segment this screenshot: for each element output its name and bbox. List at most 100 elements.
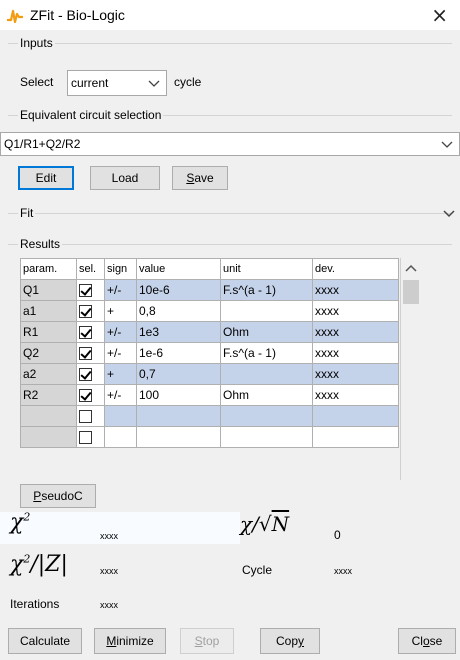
sel-cell[interactable] (76, 279, 105, 301)
sign-cell[interactable]: +/- (104, 384, 137, 406)
table-row[interactable] (20, 405, 399, 427)
column-header-unit[interactable]: unit (220, 258, 313, 280)
sel-cell[interactable] (76, 426, 105, 448)
edit-button[interactable]: Edit (18, 166, 74, 190)
close-window-button[interactable]: × (431, 3, 448, 27)
table-row[interactable]: Q1 +/- 10e-6 F.s^(a - 1) xxxx (20, 279, 399, 301)
inputs-group-label: Inputs (18, 36, 55, 50)
table-row[interactable]: R2 +/- 100 Ohm xxxx (20, 384, 399, 406)
param-cell[interactable]: Q2 (20, 342, 77, 364)
stop-button[interactable]: Stop (180, 628, 234, 654)
window-title: ZFit - Bio-Logic (30, 7, 125, 23)
results-table: param. sel. sign value unit dev. Q1 +/- 10… (20, 258, 399, 448)
fit-group-border (8, 213, 452, 214)
param-cell[interactable]: a1 (20, 300, 77, 322)
sel-cell[interactable] (76, 384, 105, 406)
unit-cell[interactable] (220, 405, 313, 427)
value-cell[interactable]: 0,7 (136, 363, 221, 385)
sel-cell[interactable] (76, 321, 105, 343)
column-header-param[interactable]: param. (20, 258, 77, 280)
sel-cell[interactable] (76, 363, 105, 385)
table-row[interactable]: a2 +0,7 xxxx (20, 363, 399, 385)
value-cell[interactable]: 1e-6 (136, 342, 221, 364)
pseudoc-button[interactable]: PseudoC (20, 484, 96, 508)
sign-cell[interactable]: + (104, 363, 137, 385)
dev-cell[interactable]: xxxx (312, 300, 399, 322)
sel-cell[interactable] (76, 405, 105, 427)
stop-label-rest: top (202, 634, 220, 648)
select-checkbox[interactable] (79, 431, 92, 445)
value-cell[interactable]: 0,8 (136, 300, 221, 322)
param-cell[interactable]: Q1 (20, 279, 77, 301)
chevron-down-icon (148, 80, 160, 87)
table-row[interactable]: Q2 +/- 1e-6 F.s^(a - 1) xxxx (20, 342, 399, 364)
circuit-select[interactable]: Q1/R1+Q2/R2 (0, 132, 460, 156)
unit-cell[interactable] (220, 426, 313, 448)
calculate-button[interactable]: Calculate (8, 628, 82, 654)
chi2-over-z-value: xxxx (100, 566, 118, 576)
unit-cell[interactable] (220, 300, 313, 322)
sel-cell[interactable] (76, 342, 105, 364)
unit-cell[interactable]: F.s^(a - 1) (220, 342, 313, 364)
param-cell[interactable] (20, 405, 77, 427)
table-row[interactable] (20, 426, 399, 448)
table-row[interactable]: R1 +/- 1e3 Ohm xxxx (20, 321, 399, 343)
param-cell[interactable]: R2 (20, 384, 77, 406)
select-checkbox[interactable] (79, 389, 92, 403)
cycle-select[interactable]: current (67, 70, 167, 96)
column-header-sel[interactable]: sel. (76, 258, 105, 280)
select-checkbox[interactable] (79, 326, 92, 340)
save-button[interactable]: Save (172, 166, 228, 190)
value-cell[interactable]: 10e-6 (136, 279, 221, 301)
dev-cell[interactable]: xxxx (312, 279, 399, 301)
unit-cell[interactable]: Ohm (220, 321, 313, 343)
copy-button[interactable]: Copy (260, 628, 320, 654)
dev-cell[interactable] (312, 426, 399, 448)
unit-cell[interactable]: F.s^(a - 1) (220, 279, 313, 301)
unit-cell[interactable]: Ohm (220, 384, 313, 406)
column-header-dev[interactable]: dev. (312, 258, 399, 280)
iterations-value: xxxx (100, 600, 118, 610)
inputs-group-border (8, 43, 452, 44)
scrollbar-thumb[interactable] (403, 280, 419, 304)
table-header-row: param. sel. sign value unit dev. (20, 258, 399, 280)
dev-cell[interactable] (312, 405, 399, 427)
chi2-highlight (0, 512, 240, 544)
sign-cell[interactable] (104, 405, 137, 427)
value-cell[interactable] (136, 405, 221, 427)
select-checkbox[interactable] (79, 410, 92, 424)
sel-cell[interactable] (76, 300, 105, 322)
chi-sqrtn-symbol: χ/√N (240, 512, 290, 536)
close-button[interactable]: Close (398, 628, 456, 654)
param-cell[interactable] (20, 426, 77, 448)
sign-cell[interactable]: + (104, 300, 137, 322)
fit-expand-chevron-icon[interactable] (443, 210, 455, 218)
sign-cell[interactable]: +/- (104, 342, 137, 364)
value-cell[interactable] (136, 426, 221, 448)
dev-cell[interactable]: xxxx (312, 321, 399, 343)
value-cell[interactable]: 1e3 (136, 321, 221, 343)
select-checkbox[interactable] (79, 347, 92, 361)
param-cell[interactable]: R1 (20, 321, 77, 343)
select-checkbox[interactable] (79, 305, 92, 319)
column-header-value[interactable]: value (136, 258, 221, 280)
value-cell[interactable]: 100 (136, 384, 221, 406)
unit-cell[interactable] (220, 363, 313, 385)
scroll-up-arrow-icon[interactable] (405, 264, 417, 272)
param-cell[interactable]: a2 (20, 363, 77, 385)
sign-cell[interactable]: +/- (104, 321, 137, 343)
sign-cell[interactable] (104, 426, 137, 448)
load-button[interactable]: Load (90, 166, 160, 190)
select-checkbox[interactable] (79, 368, 92, 382)
chi2-over-z-symbol: χ2/|Z| (10, 552, 68, 577)
minimize-button[interactable]: Minimize (94, 628, 166, 654)
dev-cell[interactable]: xxxx (312, 384, 399, 406)
select-checkbox[interactable] (79, 284, 92, 298)
table-scrollbar[interactable] (400, 258, 420, 480)
sign-cell[interactable]: +/- (104, 279, 137, 301)
dev-cell[interactable]: xxxx (312, 363, 399, 385)
column-header-sign[interactable]: sign (104, 258, 137, 280)
results-group-border (8, 244, 452, 245)
table-row[interactable]: a1 +0,8 xxxx (20, 300, 399, 322)
dev-cell[interactable]: xxxx (312, 342, 399, 364)
